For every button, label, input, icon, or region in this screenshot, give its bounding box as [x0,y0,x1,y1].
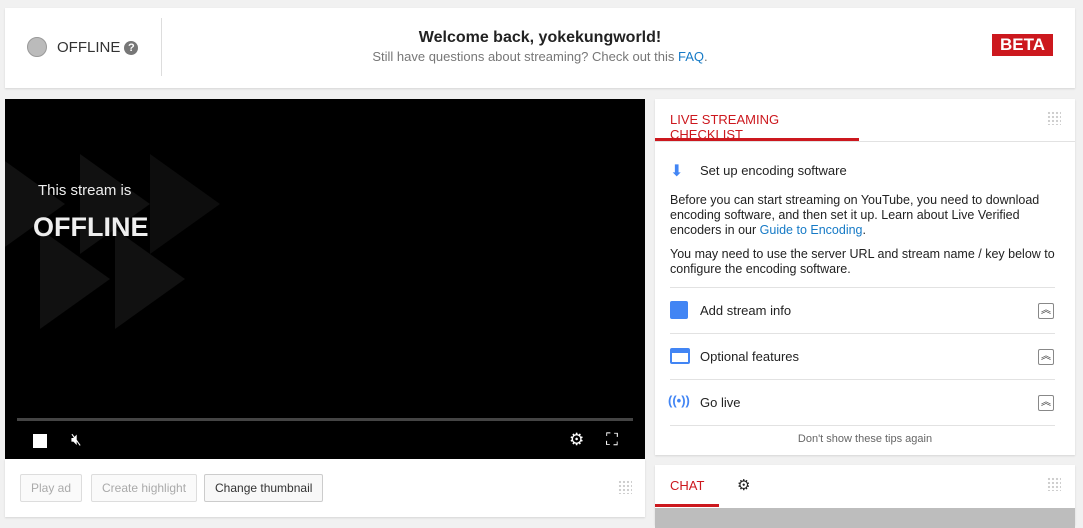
encoding-description: Before you can start streaming on YouTub… [670,193,1065,238]
status-header: OFFLINE? Welcome back, yokekungworld! St… [5,8,1075,88]
player-actions: Play ad Create highlight Change thumbnai… [5,459,645,517]
video-player[interactable]: This stream is OFFLINE 🔇︎ ⚙ ⛶ [5,99,645,459]
play-ad-button[interactable]: Play ad [20,474,83,502]
checklist-item-go-live[interactable]: ((•)) Go live ︽ [668,379,1055,425]
faq-text: Still have questions about streaming? Ch… [5,49,1075,64]
welcome-title: Welcome back, yokekungworld! [418,29,662,46]
live-streaming-checklist: LIVE STREAMING CHECKLIST ⬇ Set up encodi… [655,99,1075,455]
card-icon [670,348,690,364]
checklist-item-add-stream-info[interactable]: Add stream info ︽ [670,287,1055,333]
step-title: Set up encoding software [700,163,847,178]
decorative-arrow [40,229,110,329]
decorative-arrow [115,229,185,329]
faq-prompt: Still have questions about streaming? Ch… [372,49,675,64]
broadcast-icon: ((•)) [668,393,690,408]
expand-icon[interactable]: ︽ [1038,303,1054,319]
progress-bar[interactable] [17,418,633,421]
chat-content-area [655,508,1075,528]
divider [161,18,162,76]
tab-checklist[interactable]: LIVE STREAMING CHECKLIST [655,99,859,142]
divider [670,425,1055,426]
guide-to-encoding-link[interactable]: Guide to Encoding [760,223,863,237]
drag-handle-icon[interactable] [618,480,632,494]
stream-state-caption: This stream is [38,182,132,199]
server-url-note: You may need to use the server URL and s… [670,247,1055,276]
divider [655,141,1075,142]
checklist-item-optional-features[interactable]: Optional features ︽ [670,333,1055,379]
faq-link[interactable]: FAQ [678,49,704,64]
item-label: Optional features [700,349,800,364]
tab-chat[interactable]: CHAT [655,465,719,507]
mute-icon[interactable]: 🔇︎ [71,430,82,450]
chat-panel: CHAT ⚙ [655,465,1075,528]
gear-icon[interactable]: ⚙ [737,476,750,494]
drag-handle-icon[interactable] [1047,477,1061,491]
gear-icon[interactable]: ⚙ [569,430,584,450]
faq-end: . [704,49,708,64]
change-thumbnail-button[interactable]: Change thumbnail [204,474,324,502]
beta-badge: BETA [991,34,1053,56]
download-icon: ⬇ [670,163,684,180]
expand-icon[interactable]: ︽ [1038,395,1054,411]
bar-chart-icon [670,301,688,319]
create-highlight-button[interactable]: Create highlight [91,474,198,502]
stop-icon[interactable] [33,434,47,448]
item-label: Add stream info [700,303,792,318]
drag-handle-icon[interactable] [1047,111,1061,125]
dismiss-tips-link[interactable]: Don't show these tips again [655,433,1075,445]
stream-state: OFFLINE [33,212,149,242]
description-end: . [862,223,866,237]
item-label: Go live [700,395,741,410]
expand-icon[interactable]: ︽ [1038,349,1054,365]
fullscreen-icon[interactable]: ⛶ [606,430,618,450]
